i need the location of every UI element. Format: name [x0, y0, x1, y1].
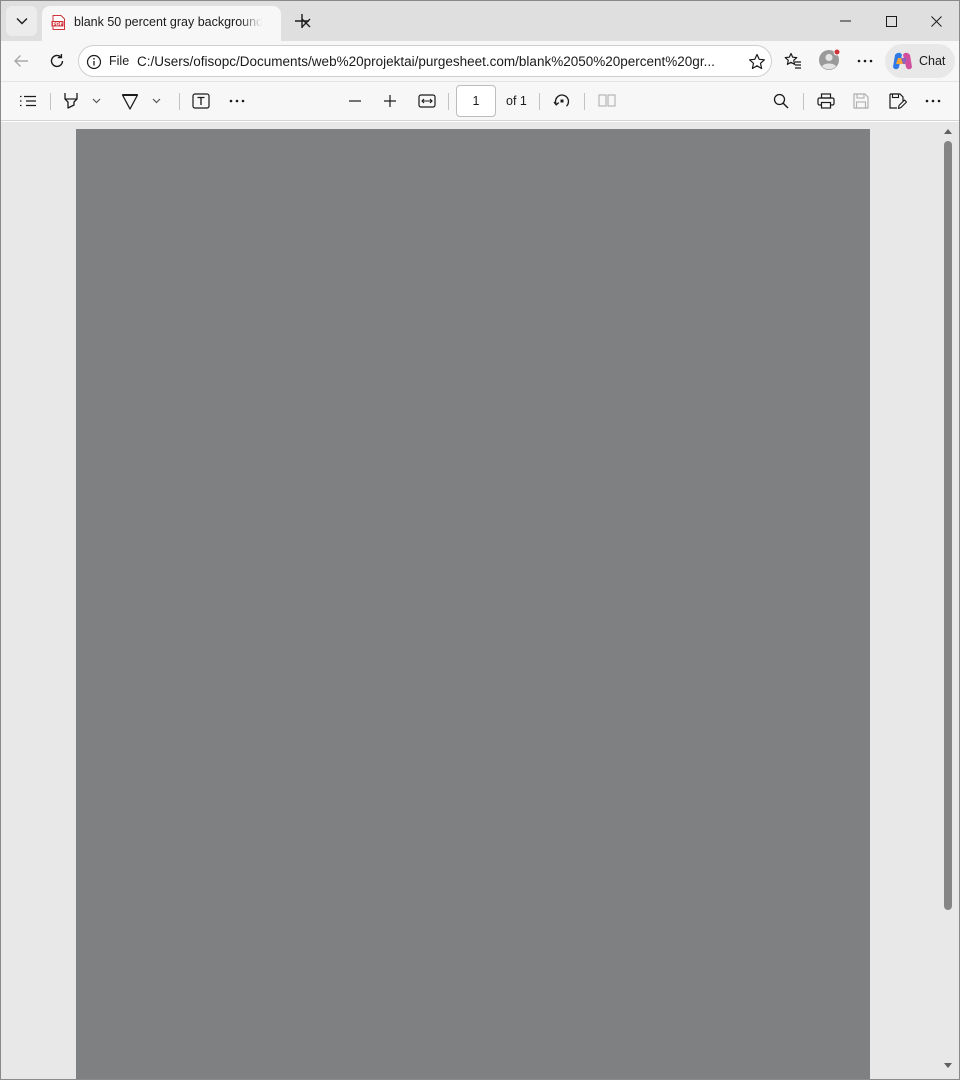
add-favorite-button[interactable]: [747, 52, 767, 72]
tab-actions-icon: [16, 17, 28, 25]
maximize-icon: [885, 15, 897, 27]
close-window-button[interactable]: [913, 1, 959, 41]
url-scheme-label: File: [109, 54, 130, 68]
back-icon: [13, 54, 29, 68]
address-bar[interactable]: File C:/Users/ofisopc/Documents/web%20pr…: [78, 45, 772, 77]
copilot-chat-button[interactable]: Chat: [885, 44, 955, 78]
toolbar-divider: [179, 93, 180, 110]
pdf-file-icon: PDF: [51, 15, 66, 30]
print-button[interactable]: [812, 87, 840, 115]
toolbar-divider: [584, 93, 585, 110]
contents-icon: [19, 95, 37, 107]
minimize-icon: [839, 20, 851, 22]
draw-icon: [121, 92, 139, 110]
star-icon: [748, 53, 766, 71]
more-icon: [229, 99, 245, 103]
scroll-up-arrow-icon[interactable]: [943, 126, 953, 136]
zoom-in-icon: [383, 94, 397, 108]
chat-label: Chat: [919, 54, 946, 68]
draw-button[interactable]: [116, 87, 144, 115]
print-icon: [817, 93, 835, 109]
tab-title: blank 50 percent gray background: [74, 15, 262, 29]
toolbar-divider: [539, 93, 540, 110]
pdf-toolbar: of 1: [1, 81, 959, 121]
info-icon[interactable]: [85, 53, 103, 71]
page-number-input[interactable]: [456, 85, 496, 117]
more-tools-button[interactable]: [223, 87, 251, 115]
toolbar-divider: [50, 93, 51, 110]
toolbar-divider: [448, 93, 449, 110]
maximize-button[interactable]: [868, 1, 914, 41]
more-options-button[interactable]: [919, 87, 947, 115]
refresh-button[interactable]: [41, 45, 73, 77]
find-button[interactable]: [767, 87, 795, 115]
draw-options-button[interactable]: [145, 87, 167, 115]
pdf-page: [76, 129, 870, 1079]
more-icon: [857, 59, 873, 63]
add-text-button[interactable]: [187, 87, 215, 115]
highlight-options-button[interactable]: [85, 87, 107, 115]
save-button[interactable]: [847, 87, 875, 115]
toolbar-divider: [803, 93, 804, 110]
browser-window: PDF blank 50 percent gray background Fil…: [0, 0, 960, 1080]
svg-text:PDF: PDF: [53, 21, 63, 27]
tab-strip: PDF blank 50 percent gray background: [1, 1, 959, 41]
chevron-down-icon: [152, 98, 161, 104]
close-icon: [930, 15, 942, 27]
pdf-viewer[interactable]: [1, 122, 959, 1079]
scroll-down-arrow-icon[interactable]: [943, 1060, 953, 1070]
url-text[interactable]: C:/Users/ofisopc/Documents/web%20projekt…: [137, 54, 737, 70]
favorites-icon: [784, 52, 802, 70]
back-button[interactable]: [5, 45, 37, 77]
plus-icon: [294, 13, 310, 29]
page-view-icon: [598, 94, 616, 108]
zoom-in-button[interactable]: [376, 87, 404, 115]
table-of-contents-button[interactable]: [14, 87, 42, 115]
save-as-button[interactable]: [884, 87, 912, 115]
search-icon: [773, 93, 789, 109]
navigation-bar: File C:/Users/ofisopc/Documents/web%20pr…: [1, 41, 959, 81]
new-tab-button[interactable]: [289, 8, 315, 34]
settings-more-button[interactable]: [849, 45, 881, 77]
chevron-down-icon: [92, 98, 101, 104]
page-view-button[interactable]: [593, 87, 621, 115]
profile-button[interactable]: [817, 48, 841, 72]
zoom-out-button[interactable]: [341, 87, 369, 115]
fit-to-width-button[interactable]: [413, 87, 441, 115]
minimize-button[interactable]: [822, 1, 868, 41]
profile-icon: [817, 48, 841, 72]
more-icon: [925, 99, 941, 103]
scrollbar-thumb[interactable]: [944, 141, 952, 910]
copilot-icon: [892, 52, 913, 70]
highlight-button[interactable]: [57, 87, 85, 115]
highlight-icon: [63, 92, 79, 110]
rotate-button[interactable]: [548, 87, 576, 115]
vertical-scrollbar[interactable]: [939, 122, 959, 1079]
rotate-icon: [553, 92, 571, 110]
text-icon: [192, 93, 210, 109]
zoom-out-icon: [348, 100, 362, 102]
fit-width-icon: [418, 94, 436, 108]
favorites-button[interactable]: [777, 45, 809, 77]
refresh-icon: [49, 53, 65, 69]
save-icon: [853, 93, 869, 109]
save-as-icon: [889, 93, 907, 109]
tab-active[interactable]: PDF blank 50 percent gray background: [42, 6, 311, 41]
tab-actions-button[interactable]: [6, 6, 37, 36]
page-count-label: of 1: [506, 94, 527, 108]
